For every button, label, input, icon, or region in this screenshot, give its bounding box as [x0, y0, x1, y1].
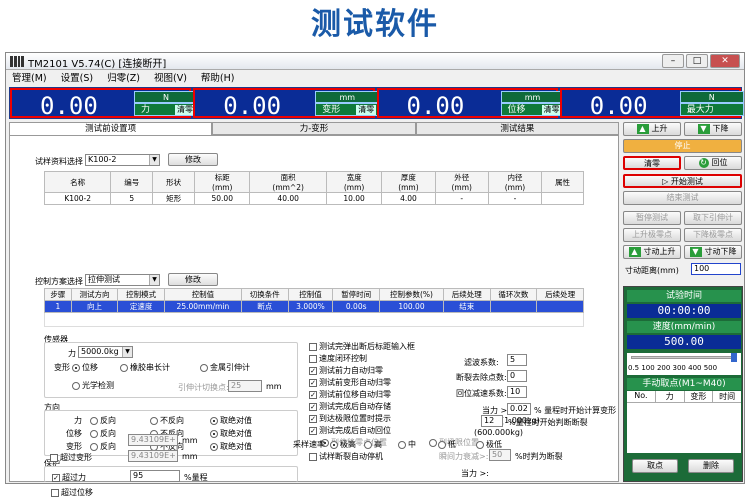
- take-point-button[interactable]: 取点: [632, 459, 678, 473]
- control-sidebar: ▲ 上升 ▼ 下降 停止 清零 ↻ 回位 ▷ 开始测试 结束测试 暂停测试 取下引伸计…: [623, 122, 743, 482]
- jog-dist-input[interactable]: 100: [691, 263, 741, 275]
- sampling-opt-veryhigh[interactable]: 极高: [330, 439, 356, 450]
- deform-label: 变形: [322, 105, 341, 115]
- menu-view[interactable]: 视图(V): [154, 71, 187, 86]
- minimize-button[interactable]: –: [662, 54, 684, 68]
- sampling-opt-low[interactable]: 低: [438, 439, 456, 450]
- menu-bar: 管理(M) 设置(S) 归零(Z) 视图(V) 帮助(H): [6, 71, 744, 86]
- end-test-button[interactable]: 结束测试: [623, 191, 742, 205]
- lower-layer: 超过变形 9.43109E+ mm 9.43109E+ mm 12 %量程时开始…: [8, 134, 618, 481]
- force-gt2-input[interactable]: 12: [481, 415, 503, 427]
- up-button[interactable]: ▲ 上升: [623, 122, 681, 136]
- force-gt2-tail: %量程时开始判断断裂: [508, 418, 588, 427]
- pause-button[interactable]: 暂停测试: [623, 211, 681, 225]
- force-label: 力: [141, 105, 151, 115]
- test-status-panel: 试验时间 00:00:00 速度(mm/min) 500.00 0.5 100 …: [623, 286, 743, 482]
- manual-points-title: 手动取点(M1~M40): [627, 378, 741, 390]
- max-force-value: 0.00: [589, 92, 648, 120]
- close-button[interactable]: ✕: [710, 54, 740, 68]
- sampling-opt-high[interactable]: 高: [364, 439, 382, 450]
- arrow-down-icon: ▼: [697, 123, 710, 134]
- deform-value: 0.00: [223, 92, 282, 120]
- menu-settings[interactable]: 设置(S): [61, 71, 93, 86]
- zero-button[interactable]: 清零: [623, 156, 681, 170]
- displacement-value: 0.00: [406, 92, 465, 120]
- protect-deform-check[interactable]: 超过变形: [50, 452, 92, 463]
- remove-ext-button[interactable]: 取下引伸计: [684, 211, 742, 225]
- page-heading: 测试软件: [311, 7, 439, 42]
- display-bar: 0.00 N 力 清零 0.00 mm 变形 清零 0.00 mm 位移 清零 0.0…: [9, 87, 744, 120]
- deform-clear-button[interactable]: 清零: [356, 105, 377, 115]
- title-bar: TM2101 V5.74(C) [连接断开] – □ ✕: [6, 53, 744, 70]
- arrow-up-icon: ▲: [636, 123, 649, 134]
- window-title: TM2101 V5.74(C) [连接断开]: [28, 59, 167, 70]
- force-value: 0.00: [40, 92, 98, 120]
- speed-slider[interactable]: 0.5 100 200 300 400 500: [627, 353, 741, 375]
- deform-unit: mm: [315, 91, 380, 103]
- displacement-label: 位移: [507, 105, 526, 115]
- menu-manage[interactable]: 管理(M): [12, 71, 47, 86]
- slider-track: [631, 356, 737, 359]
- checkbox-icon: [51, 488, 59, 497]
- manual-points-list[interactable]: No. 力 变形 时间: [627, 391, 741, 453]
- protect-disp-unit: mm: [182, 436, 198, 445]
- down-button[interactable]: ▼ 下降: [684, 122, 742, 136]
- deform-display: 0.00 mm 变形 清零: [193, 88, 380, 120]
- lower-limit-button[interactable]: 下降极零点: [684, 228, 742, 242]
- force-display: 0.00 N 力 清零: [10, 88, 198, 120]
- jog-up-button[interactable]: ▲ 寸动上升: [623, 245, 681, 259]
- jog-down-button[interactable]: ▼ 寸动下降: [684, 245, 742, 259]
- displacement-display: 0.00 mm 位移 清零: [376, 88, 565, 120]
- stop-button[interactable]: 停止: [623, 139, 742, 153]
- protect-disp-input[interactable]: 9.43109E+: [128, 434, 178, 446]
- speed-value: 500.00: [627, 335, 741, 349]
- max-force-label: 最大力: [686, 105, 714, 115]
- max-force-unit: N: [679, 91, 744, 103]
- slider-thumb[interactable]: [731, 353, 737, 362]
- manual-points-header: No. 力 变形 时间: [627, 391, 741, 403]
- protect-deform-unit: mm: [182, 452, 198, 461]
- menu-help[interactable]: 帮助(H): [201, 71, 235, 86]
- app-logo-icon: [10, 56, 24, 67]
- speed-title: 速度(mm/min): [627, 321, 741, 333]
- menu-zero[interactable]: 归零(Z): [107, 71, 140, 86]
- play-icon: ▷: [662, 177, 671, 186]
- return-icon: ↻: [698, 157, 709, 168]
- displacement-clear-button[interactable]: 清零: [541, 105, 562, 115]
- return-button[interactable]: ↻ 回位: [684, 156, 742, 170]
- maximize-button[interactable]: □: [686, 54, 708, 68]
- checkbox-icon: [50, 453, 58, 462]
- test-time-value: 00:00:00: [627, 304, 741, 318]
- upper-limit-button[interactable]: 上升极零点: [623, 228, 681, 242]
- sampling-opt-verylow[interactable]: 极低: [476, 439, 502, 450]
- delete-point-button[interactable]: 删除: [688, 459, 734, 473]
- jog-dist-label: 寸动距离(mm): [625, 266, 679, 275]
- test-time-title: 试验时间: [627, 290, 741, 302]
- arrow-up-icon: ▲: [628, 246, 641, 257]
- protect-disp-check[interactable]: 超过位移: [51, 487, 93, 498]
- force-unit: N: [134, 91, 198, 103]
- force-clear-button[interactable]: 清零: [175, 105, 195, 115]
- force-gt2-kg: (600.000kg): [474, 428, 524, 437]
- start-test-button[interactable]: ▷ 开始测试: [623, 174, 742, 188]
- max-force-display: 0.00 N 最大力: [559, 88, 744, 120]
- arrow-down-icon: ▼: [689, 246, 702, 257]
- protect-deform-input[interactable]: 9.43109E+: [128, 450, 178, 462]
- sampling-label: 采样速率: [293, 440, 325, 449]
- slider-scale: 0.5 100 200 300 400 500: [628, 364, 718, 372]
- sampling-opt-mid[interactable]: 中: [398, 439, 416, 450]
- displacement-unit: mm: [500, 91, 565, 103]
